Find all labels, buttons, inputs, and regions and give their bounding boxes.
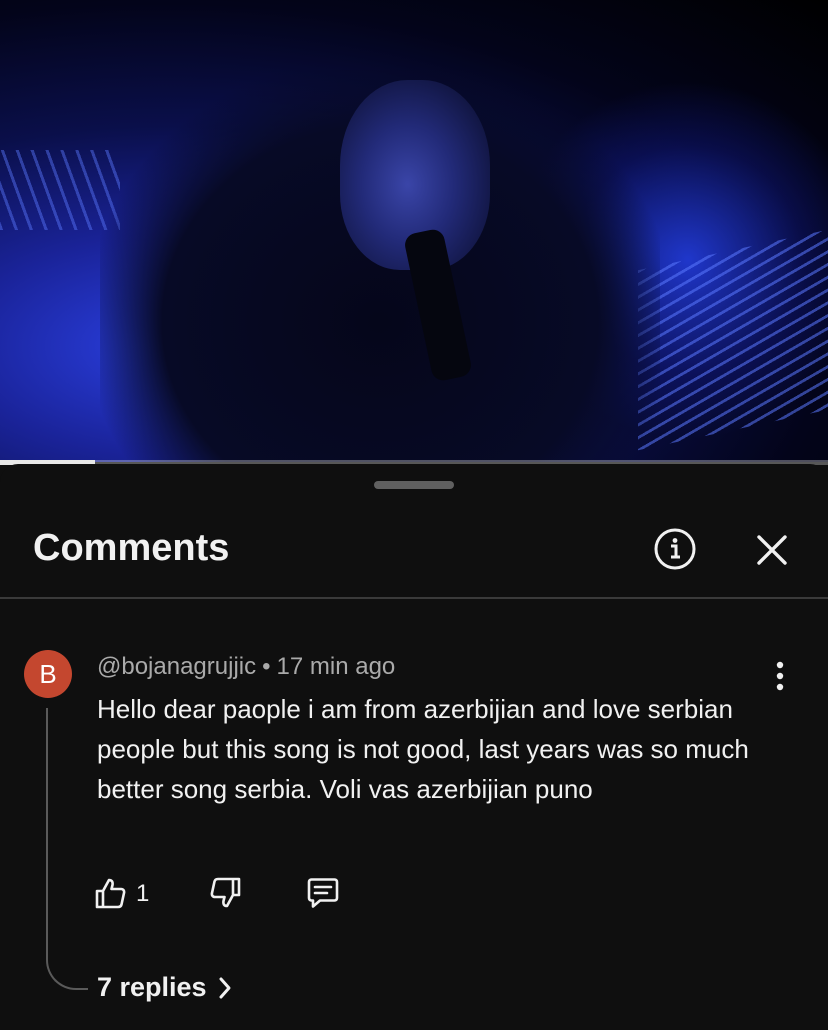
like-button[interactable]: 1 bbox=[94, 870, 149, 916]
video-player[interactable] bbox=[0, 0, 828, 462]
close-icon bbox=[757, 535, 787, 565]
close-button[interactable] bbox=[748, 526, 796, 574]
drag-handle[interactable] bbox=[374, 481, 454, 489]
replies-label: 7 replies bbox=[97, 972, 207, 1002]
info-button[interactable] bbox=[650, 524, 700, 574]
meta-separator: • bbox=[262, 653, 271, 680]
thumbs-up-icon bbox=[95, 878, 126, 909]
thumbs-down-icon bbox=[210, 877, 241, 908]
comment-text: Hello dear paople i am from azerbijian a… bbox=[97, 694, 749, 804]
comment-meta: @bojanagrujjic • 17 min ago bbox=[97, 653, 395, 681]
reply-comment-icon bbox=[307, 878, 339, 908]
comment-time: 17 min ago bbox=[276, 653, 396, 680]
dislike-button[interactable] bbox=[204, 870, 246, 916]
comments-sheet: Comments B @bojanagrujjic • 17 min ago Hel… bbox=[0, 464, 828, 1030]
more-vertical-icon bbox=[776, 661, 784, 691]
avatar-letter: B bbox=[39, 658, 57, 689]
view-replies-button[interactable]: 7 replies bbox=[97, 972, 233, 1003]
chevron-right-icon bbox=[219, 977, 231, 998]
reply-button[interactable] bbox=[302, 870, 344, 916]
like-count: 1 bbox=[136, 880, 150, 907]
sheet-divider bbox=[0, 597, 828, 599]
avatar[interactable]: B bbox=[24, 650, 72, 698]
comment-author[interactable]: @bojanagrujjic bbox=[97, 653, 256, 680]
info-circle-icon bbox=[654, 528, 696, 570]
thread-connector bbox=[46, 708, 88, 990]
sheet-title: Comments bbox=[33, 527, 230, 569]
